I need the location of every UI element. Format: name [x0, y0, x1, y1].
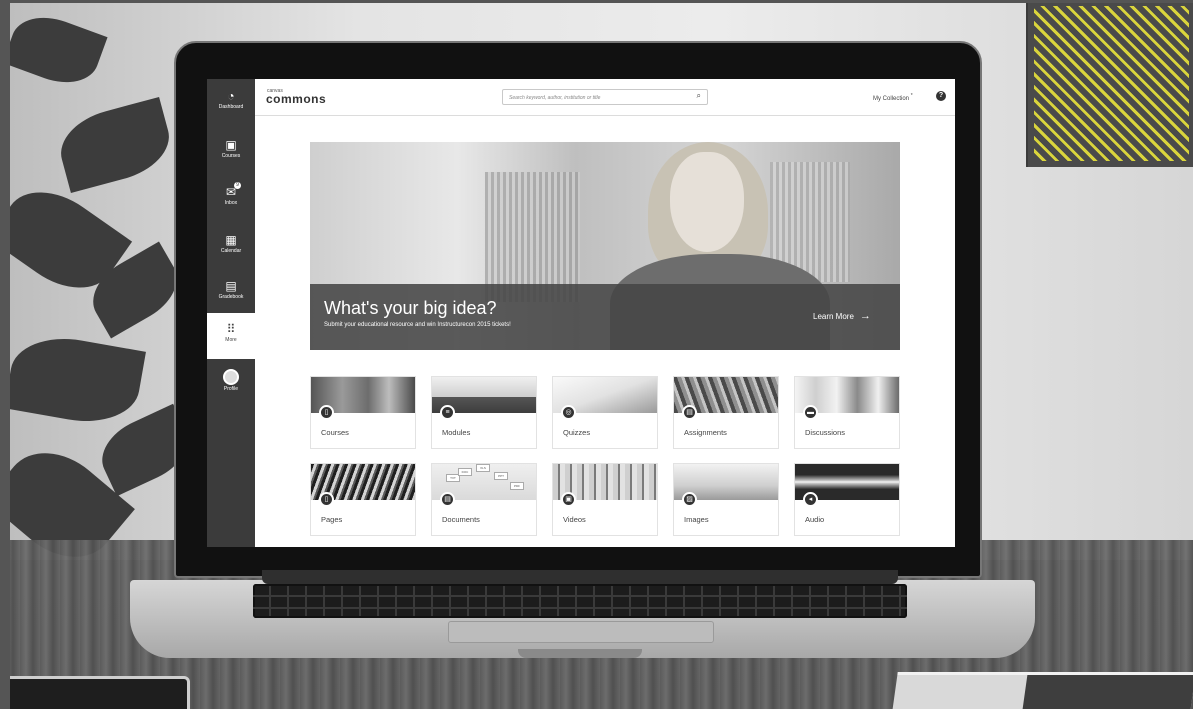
- image-icon: ▨: [682, 492, 697, 507]
- dashboard-icon: ◔: [227, 89, 235, 103]
- yellow-stripes-decoration: [1026, 0, 1193, 167]
- search-box[interactable]: ⌕: [502, 89, 708, 105]
- category-tile-documents[interactable]: TXT DOC XLS PPT PDF ▤ Documents: [431, 463, 537, 536]
- assignment-icon: ▤: [682, 405, 697, 420]
- category-tile-courses[interactable]: ▯ Courses: [310, 376, 416, 449]
- hero-banner: What's your big idea? Submit your educat…: [310, 142, 900, 350]
- arrow-right-icon: →: [859, 310, 871, 322]
- nav-label: Calendar: [220, 248, 242, 254]
- doc-tag: XLS: [476, 464, 490, 472]
- category-tile-audio[interactable]: ◂ Audio: [794, 463, 900, 536]
- category-label: Assignments: [684, 428, 727, 437]
- laptop-screen: ◔ Dashboard ▣ Courses 9 ✉ Inbox ▦ Calend…: [207, 79, 955, 547]
- nav-more[interactable]: ⠿ More: [207, 313, 255, 359]
- inbox-count-badge: 9: [234, 182, 241, 189]
- nav-courses[interactable]: ▣ Courses: [207, 134, 255, 178]
- learn-more-link[interactable]: Learn More →: [813, 310, 871, 322]
- hero-window-blinds: [485, 172, 580, 302]
- calendar-icon: ▦: [225, 233, 237, 247]
- nav-label: Gradebook: [218, 294, 244, 300]
- page-icon: ▯: [319, 492, 334, 507]
- video-icon: ▣: [561, 492, 576, 507]
- hero-caption-band: What's your big idea? Submit your educat…: [310, 284, 900, 350]
- help-icon[interactable]: ?: [936, 91, 946, 101]
- category-label: Discussions: [805, 428, 846, 437]
- my-collection-marker: *: [910, 93, 913, 99]
- hero-subtitle: Submit your educational resource and win…: [324, 322, 511, 328]
- nav-inbox[interactable]: 9 ✉ Inbox: [207, 181, 255, 225]
- search-input[interactable]: [509, 92, 689, 103]
- category-tile-images[interactable]: ▨ Images: [673, 463, 779, 536]
- profile-avatar-icon: [223, 369, 239, 385]
- courses-icon: ▣: [225, 138, 237, 152]
- category-label: Pages: [321, 515, 343, 524]
- nav-calendar[interactable]: ▦ Calendar: [207, 229, 255, 273]
- my-collection-link[interactable]: My Collection *: [873, 93, 913, 102]
- audio-icon: ◂: [803, 492, 818, 507]
- nav-label: Profile: [223, 386, 239, 392]
- course-icon: ▯: [319, 405, 334, 420]
- category-tile-videos[interactable]: ▣ Videos: [552, 463, 658, 536]
- category-label: Courses: [321, 428, 349, 437]
- doc-tag: DOC: [458, 468, 472, 476]
- app-header: canvas commons ⌕ My Collection * ?: [255, 79, 955, 116]
- brand-logo[interactable]: commons: [266, 92, 326, 106]
- category-label: Modules: [442, 428, 471, 437]
- laptop-keyboard: [253, 584, 907, 618]
- category-label: Audio: [805, 515, 825, 524]
- category-tile-modules[interactable]: ≡ Modules: [431, 376, 537, 449]
- hero-title: What's your big idea?: [324, 298, 497, 318]
- category-tile-discussions[interactable]: ▬ Discussions: [794, 376, 900, 449]
- doc-tag: PPT: [494, 472, 508, 480]
- laptop-hinge: [262, 570, 898, 584]
- nav-label: Courses: [221, 153, 241, 159]
- nav-label: Inbox: [224, 200, 238, 206]
- doc-tag: PDF: [510, 482, 524, 490]
- my-collection-label: My Collection: [873, 96, 910, 102]
- hero-person-face: [670, 152, 744, 252]
- quiz-icon: ◎: [561, 405, 576, 420]
- category-tile-quizzes[interactable]: ◎ Quizzes: [552, 376, 658, 449]
- frame-border-top: [0, 0, 1193, 3]
- nav-profile[interactable]: Profile: [207, 365, 255, 409]
- discussion-icon: ▬: [803, 405, 818, 420]
- document-icon: ▤: [440, 492, 455, 507]
- category-label: Videos: [563, 515, 586, 524]
- laptop-notch: [518, 649, 642, 658]
- laptop-trackpad: [448, 621, 714, 643]
- category-label: Documents: [442, 515, 480, 524]
- category-tile-pages[interactable]: ▯ Pages: [310, 463, 416, 536]
- more-grid-icon: ⠿: [226, 322, 236, 336]
- frame-border-left: [0, 0, 10, 709]
- module-icon: ≡: [440, 405, 455, 420]
- global-navigation: ◔ Dashboard ▣ Courses 9 ✉ Inbox ▦ Calend…: [207, 79, 255, 547]
- category-tile-assignments[interactable]: ▤ Assignments: [673, 376, 779, 449]
- tablet-device: [0, 676, 190, 709]
- gradebook-icon: ▤: [225, 279, 237, 293]
- nav-label: Dashboard: [218, 104, 244, 110]
- nav-label: More: [225, 337, 237, 343]
- search-icon[interactable]: ⌕: [697, 91, 701, 101]
- nav-dashboard[interactable]: ◔ Dashboard: [207, 85, 255, 129]
- category-label: Quizzes: [563, 428, 591, 437]
- learn-more-label: Learn More: [813, 312, 854, 321]
- category-label: Images: [684, 515, 709, 524]
- book: [892, 672, 1193, 709]
